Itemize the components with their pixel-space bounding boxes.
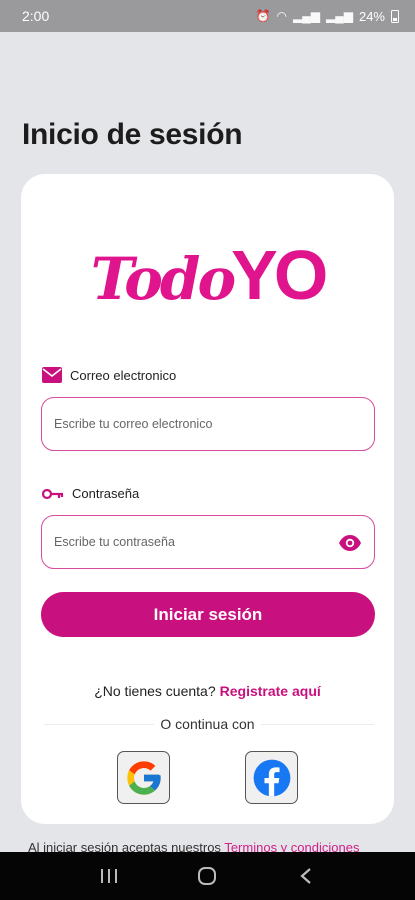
back-button[interactable]	[291, 861, 321, 891]
login-button[interactable]: Iniciar sesión	[41, 592, 375, 637]
google-login-button[interactable]	[117, 751, 170, 804]
signal-icon: ▂▄▆	[326, 9, 353, 23]
status-icons: ⏰ ◠ ▂▄▆ ▂▄▆ 24%	[256, 9, 399, 24]
password-label: Contraseña	[72, 486, 140, 501]
mail-icon	[42, 367, 62, 383]
recent-apps-icon	[101, 869, 118, 883]
or-continue-label: O continua con	[154, 716, 261, 732]
email-label-row: Correo electronico	[42, 367, 176, 383]
battery-percent: 24%	[358, 8, 385, 24]
eye-icon[interactable]	[338, 531, 362, 555]
system-nav-bar	[0, 852, 415, 900]
register-row: ¿No tienes cuenta? Registrate aquí	[0, 683, 415, 699]
wifi-icon: ◠	[276, 9, 288, 23]
recent-apps-button[interactable]	[94, 861, 124, 891]
page-title: Inicio de sesión	[22, 118, 243, 151]
signal-icon: ▂▄▆	[293, 9, 320, 23]
app-logo: TodoYO	[0, 240, 415, 310]
password-label-row: Contraseña	[42, 486, 139, 501]
facebook-icon	[253, 759, 290, 796]
password-input-box[interactable]	[41, 515, 375, 569]
status-time: 2:00	[22, 8, 50, 24]
status-bar: 2:00 ⏰ ◠ ▂▄▆ ▂▄▆ 24%	[0, 0, 415, 32]
logo-text-todo: Todo	[90, 245, 236, 313]
email-input[interactable]	[54, 398, 334, 450]
battery-icon	[391, 9, 399, 23]
alarm-icon: ⏰	[255, 9, 271, 23]
email-input-box[interactable]	[41, 397, 375, 451]
home-button[interactable]	[192, 861, 222, 891]
google-icon	[126, 760, 161, 795]
home-icon	[198, 867, 217, 885]
back-icon	[300, 868, 311, 884]
email-label: Correo electronico	[70, 367, 177, 383]
key-icon	[42, 488, 64, 499]
facebook-login-button[interactable]	[245, 751, 298, 804]
password-input[interactable]	[54, 516, 334, 568]
or-continue-text: O continua con	[0, 716, 415, 732]
logo-text-yo: YO	[231, 236, 328, 314]
register-prompt: ¿No tienes cuenta?	[94, 683, 216, 699]
register-link[interactable]: Registrate aquí	[220, 683, 321, 699]
